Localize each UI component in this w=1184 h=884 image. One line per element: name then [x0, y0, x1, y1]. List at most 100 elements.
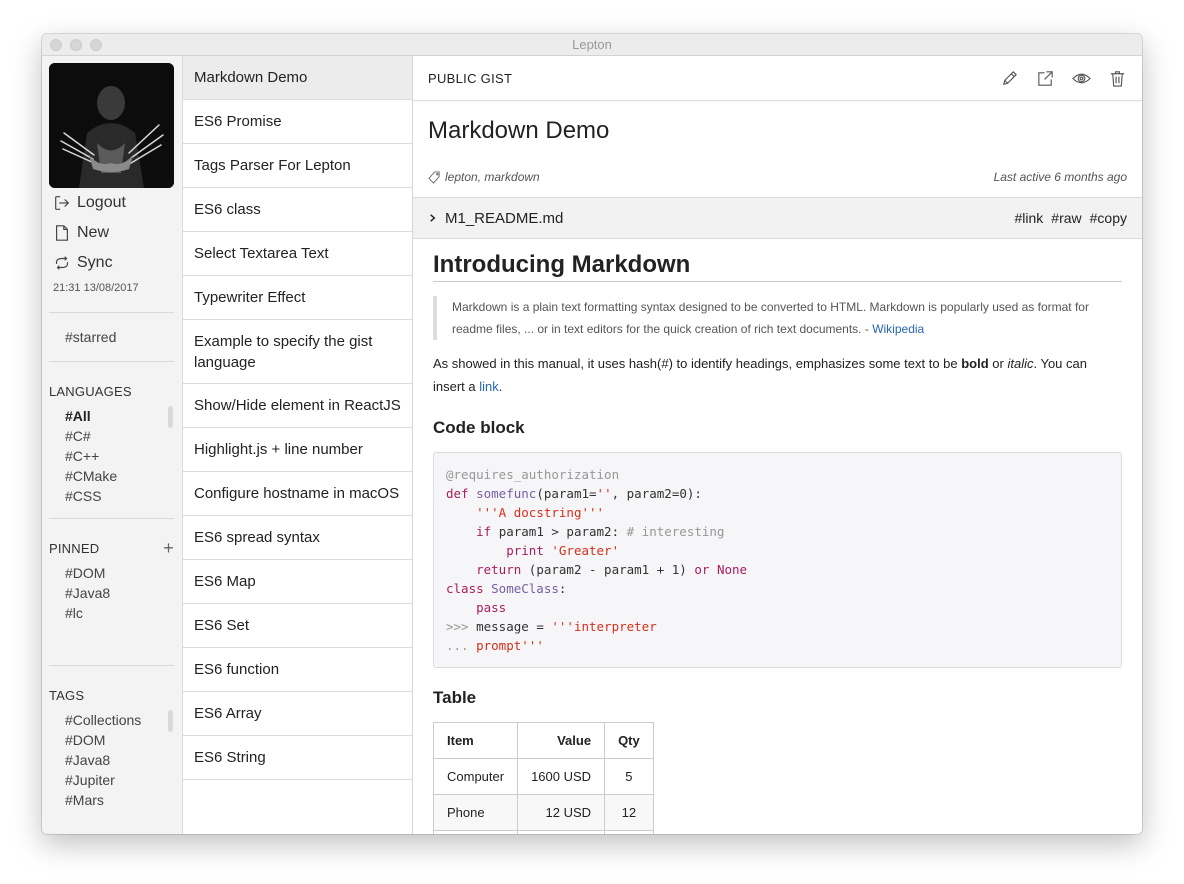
gist-list-item[interactable]: ES6 String — [183, 736, 412, 780]
gist-list-item[interactable]: Tags Parser For Lepton — [183, 144, 412, 188]
content-quote: Markdown is a plain text formatting synt… — [433, 296, 1122, 340]
external-link-icon[interactable] — [1036, 69, 1055, 88]
gist-list-item[interactable]: Markdown Demo — [183, 56, 412, 100]
gist-meta: lepton, markdown Last active 6 months ag… — [413, 161, 1142, 193]
gist-list-item[interactable]: ES6 function — [183, 648, 412, 692]
file-copy-button[interactable]: #copy — [1090, 210, 1127, 226]
title-bar: Lepton — [42, 34, 1142, 56]
gist-list-item[interactable]: Typewriter Effect — [183, 276, 412, 320]
last-sync-time: 21:31 13/08/2017 — [53, 282, 139, 294]
pinned-item-java8[interactable]: #Java8 — [65, 583, 174, 603]
table-cell — [517, 830, 606, 834]
gist-list-item[interactable]: Highlight.js + line number — [183, 428, 412, 472]
divider — [49, 665, 174, 666]
tag-item-java8[interactable]: #Java8 — [65, 750, 174, 770]
pencil-icon[interactable] — [1000, 69, 1019, 88]
language-item-cmake[interactable]: #CMake — [65, 466, 174, 486]
language-item-css[interactable]: #CSS — [65, 486, 174, 506]
chevron-right-icon — [430, 214, 436, 222]
code-token: (param1= — [536, 486, 597, 501]
file-raw-button[interactable]: #raw — [1051, 210, 1081, 226]
languages-list: #All #C# #C++ #CMake #CSS — [49, 406, 174, 506]
gist-header: PUBLIC GIST — [413, 56, 1142, 101]
code-line: print 'Greater' — [446, 541, 1109, 560]
languages-scrollbar[interactable] — [168, 406, 173, 428]
table-row — [432, 830, 654, 834]
code-token: 'Greater' — [551, 543, 620, 558]
code-token: '''A docstring''' — [476, 505, 605, 520]
code-token: def — [446, 486, 477, 501]
gist-list-item[interactable]: ES6 Promise — [183, 100, 412, 144]
code-block: @requires_authorizationdef somefunc(para… — [433, 452, 1122, 668]
gist-list-item[interactable]: ES6 Map — [183, 560, 412, 604]
gist-list-item[interactable]: ES6 class — [183, 188, 412, 232]
starred-filter[interactable]: #starred — [49, 329, 175, 349]
code-token: pass — [476, 600, 507, 615]
tag-item-mars[interactable]: #Mars — [65, 790, 174, 810]
gist-list-item[interactable]: ES6 spread syntax — [183, 516, 412, 560]
wikipedia-link[interactable]: Wikipedia — [872, 322, 924, 336]
visibility-label: PUBLIC GIST — [428, 70, 513, 86]
tag-item-dom[interactable]: #DOM — [65, 730, 174, 750]
code-token: param1 > param2: — [498, 524, 627, 539]
file-header: M1_README.md #link #raw #copy — [413, 197, 1142, 239]
gist-list: Markdown Demo ES6 Promise Tags Parser For … — [182, 56, 413, 834]
tags-title: TAGS — [49, 687, 85, 703]
language-item-csharp[interactable]: #C# — [65, 426, 174, 446]
file-toggle[interactable]: M1_README.md — [428, 210, 563, 227]
gist-actions — [1000, 69, 1127, 88]
add-pinned-tag-button[interactable]: + — [163, 539, 174, 557]
code-line: return (param2 - param1 + 1) or None — [446, 560, 1109, 579]
avatar[interactable] — [49, 63, 174, 188]
pinned-heading: PINNED + — [49, 539, 174, 557]
gist-list-item[interactable]: Show/Hide element in ReactJS — [183, 384, 412, 428]
code-line: if param1 > param2: # interesting — [446, 522, 1109, 541]
eye-icon[interactable] — [1072, 69, 1091, 88]
pinned-item-lc[interactable]: #lc — [65, 603, 174, 623]
file-links: #link #raw #copy — [1014, 210, 1127, 226]
code-token: @requires_authorization — [446, 467, 620, 482]
gist-list-item[interactable]: ES6 Set — [183, 604, 412, 648]
code-token: somefunc — [476, 486, 537, 501]
table-cell: 5 — [604, 758, 654, 795]
inline-link[interactable]: link — [479, 379, 499, 394]
trash-icon[interactable] — [1108, 69, 1127, 88]
pinned-item-dom[interactable]: #DOM — [65, 563, 174, 583]
new-gist-button[interactable]: New — [49, 218, 175, 248]
tag-icon — [428, 170, 440, 184]
file-link-button[interactable]: #link — [1014, 210, 1043, 226]
code-heading: Code block — [433, 418, 525, 437]
gist-list-item[interactable]: Example to specify the gist language — [183, 320, 412, 384]
table-cell: Computer — [432, 758, 519, 795]
logout-label: Logout — [77, 194, 126, 211]
tag-item-jupiter[interactable]: #Jupiter — [65, 770, 174, 790]
code-token: prompt''' — [476, 638, 544, 653]
language-item-all[interactable]: #All — [65, 406, 174, 426]
minimize-window-button[interactable] — [70, 39, 82, 51]
gist-list-item[interactable]: ES6 Array — [183, 692, 412, 736]
gist-list-item[interactable]: Configure hostname in macOS — [183, 472, 412, 516]
divider — [49, 312, 174, 313]
divider — [49, 361, 174, 362]
content-heading: Introducing Markdown — [433, 239, 1122, 282]
tag-item-collections[interactable]: #Collections — [65, 710, 174, 730]
tags-scrollbar[interactable] — [168, 710, 173, 732]
table-header-cell: Value — [517, 722, 606, 759]
language-item-cpp[interactable]: #C++ — [65, 446, 174, 466]
sync-button[interactable]: Sync — [49, 248, 175, 278]
code-token: None — [716, 562, 748, 577]
quote-text: Markdown is a plain text formatting synt… — [452, 300, 1089, 336]
table-cell — [604, 830, 654, 834]
table-heading: Table — [433, 688, 477, 707]
code-token: SomeClass — [491, 581, 559, 596]
logout-button[interactable]: Logout — [49, 188, 175, 218]
table-cell — [432, 830, 519, 834]
new-label: New — [77, 224, 110, 241]
gist-list-item[interactable]: Select Textarea Text — [183, 232, 412, 276]
maximize-window-button[interactable] — [90, 39, 102, 51]
code-line: >>> message = '''interpreter — [446, 617, 1109, 636]
table-cell: 12 — [604, 794, 654, 831]
code-token: or — [694, 562, 717, 577]
sidebar: Logout New Sync 21:31 13/08/2017 #starre… — [42, 56, 182, 834]
close-window-button[interactable] — [50, 39, 62, 51]
